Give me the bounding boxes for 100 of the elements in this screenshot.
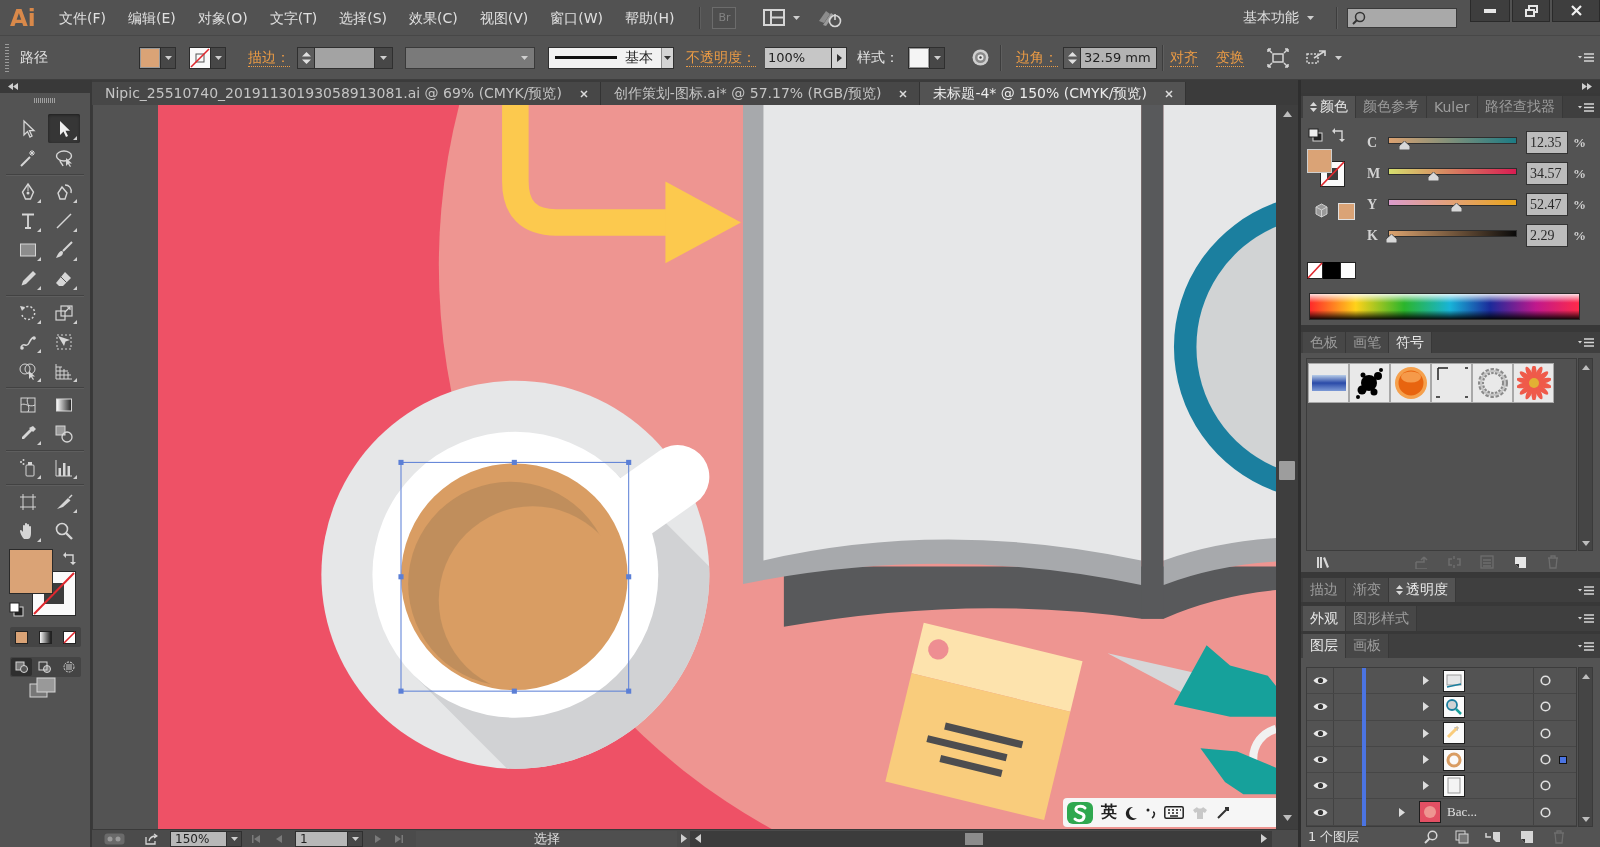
zoom-field[interactable]: 150%	[170, 830, 227, 847]
brush-dropdown[interactable]: 基本	[548, 46, 674, 69]
resize-handle[interactable]	[626, 459, 632, 465]
stroke-none-swatch[interactable]	[189, 46, 211, 69]
scroll-right-icon[interactable]	[1261, 834, 1267, 843]
layers-scrollbar[interactable]	[1578, 667, 1593, 827]
expand-triangle-icon[interactable]	[1399, 807, 1405, 817]
menu-item[interactable]: 帮助(H)	[614, 5, 686, 30]
graphic-style-swatch[interactable]	[908, 46, 930, 69]
layer-row[interactable]	[1307, 746, 1576, 774]
shape-options-button[interactable]	[1305, 48, 1342, 67]
menu-item[interactable]: 文字(T)	[258, 5, 329, 30]
channel-value-field[interactable]: 12.35	[1526, 131, 1568, 154]
panel-tab[interactable]: 颜色参考	[1356, 96, 1427, 118]
scrollbar-thumb[interactable]	[965, 832, 983, 845]
new-sublayer-icon[interactable]	[1485, 830, 1502, 844]
stroke-weight-stepper[interactable]	[297, 46, 315, 69]
eye-icon[interactable]	[1312, 807, 1328, 817]
slider-thumb[interactable]	[1398, 141, 1410, 150]
scroll-up-icon[interactable]	[1581, 365, 1590, 370]
expand-triangle-icon[interactable]	[1423, 781, 1429, 791]
symbol-swatch[interactable]	[1472, 363, 1513, 403]
corner-link[interactable]: 边角：	[1016, 48, 1058, 67]
panel-tab[interactable]: 外观	[1303, 606, 1346, 631]
panel-tab[interactable]: 颜色	[1303, 96, 1356, 118]
scroll-down-icon[interactable]	[1581, 817, 1590, 822]
fill-color-swatch[interactable]	[9, 549, 53, 594]
menu-item[interactable]: 视图(V)	[468, 5, 540, 30]
document-tab[interactable]: Nipic_25510740_20191130193058913081.ai @ 69% (CMYK/预览)	[92, 82, 601, 105]
in-gamut-color-swatch[interactable]	[1338, 203, 1355, 220]
target-circle-icon[interactable]	[1540, 754, 1551, 766]
scroll-up-icon[interactable]	[1581, 674, 1590, 679]
default-colors-icon[interactable]	[9, 602, 24, 617]
color-spectrum[interactable]	[1309, 293, 1580, 320]
grip-handle[interactable]	[5, 43, 9, 72]
panel-tab[interactable]: 路径查找器	[1477, 96, 1563, 118]
panel-menu-icon[interactable]	[1578, 585, 1594, 595]
eye-icon[interactable]	[1312, 781, 1328, 791]
eye-icon[interactable]	[1312, 728, 1328, 738]
menu-item[interactable]: 选择(S)	[328, 5, 398, 30]
panel-menu-icon[interactable]	[1578, 102, 1594, 112]
target-circle-icon[interactable]	[1540, 727, 1551, 739]
fill-dropdown-button[interactable]	[161, 46, 176, 69]
panel-menu-icon[interactable]	[1578, 641, 1594, 651]
layer-row[interactable]	[1307, 668, 1576, 695]
expand-triangle-icon[interactable]	[1423, 728, 1429, 738]
artboard-field[interactable]: 1	[295, 830, 348, 847]
opacity-field[interactable]: 100%	[765, 46, 832, 69]
close-icon[interactable]	[1164, 89, 1173, 98]
cube-icon[interactable]	[1315, 203, 1328, 218]
corner-radius-stepper[interactable]	[1063, 46, 1081, 69]
workspace-switcher[interactable]: 基本功能	[1243, 8, 1314, 27]
resize-handle[interactable]	[626, 688, 632, 694]
panel-menu-icon[interactable]	[1578, 614, 1594, 623]
grip-handle[interactable]	[34, 98, 56, 103]
channel-value-field[interactable]: 34.57	[1526, 162, 1568, 185]
channel-value-field[interactable]: 52.47	[1526, 193, 1568, 216]
expand-triangle-icon[interactable]	[1423, 702, 1429, 712]
artboard-dropdown-button[interactable]	[348, 830, 363, 847]
panel-menu-icon[interactable]	[1578, 338, 1594, 347]
channel-value-field[interactable]: 2.29	[1526, 224, 1568, 247]
document-tab[interactable]: 未标题-4* @ 150% (CMYK/预览)	[920, 82, 1186, 105]
target-circle-icon[interactable]	[1540, 701, 1551, 713]
moon-icon[interactable]	[1125, 805, 1138, 820]
panel-tab[interactable]: 画板	[1346, 634, 1389, 658]
slider-thumb[interactable]	[1450, 203, 1462, 212]
slider-thumb[interactable]	[1427, 172, 1439, 181]
opacity-slider-button[interactable]	[832, 46, 847, 69]
stroke-weight-field[interactable]	[315, 46, 375, 69]
eye-icon[interactable]	[1312, 702, 1328, 712]
expand-triangle-icon[interactable]	[1423, 755, 1429, 765]
input-language-text[interactable]: 英	[1101, 802, 1117, 823]
resize-handle[interactable]	[626, 574, 632, 580]
horizontal-scrollbar[interactable]	[690, 830, 1272, 847]
clipping-mask-icon[interactable]	[1455, 830, 1470, 844]
transform-link[interactable]: 变换	[1216, 48, 1244, 67]
panel-tab[interactable]: 画笔	[1346, 332, 1389, 353]
toggle-dots-icon[interactable]	[104, 832, 125, 845]
symbols-scrollbar[interactable]	[1578, 358, 1593, 551]
scroll-up-icon[interactable]	[1282, 111, 1292, 117]
color-swatch[interactable]	[1340, 262, 1356, 279]
slider-thumb[interactable]	[1385, 234, 1397, 243]
swap-arrows-icon[interactable]	[1332, 127, 1346, 142]
resize-handle[interactable]	[398, 574, 404, 580]
zoom-dropdown-button[interactable]	[227, 830, 242, 847]
menu-item[interactable]: 效果(C)	[398, 5, 469, 30]
magnifier-icon[interactable]	[1424, 830, 1439, 844]
minimize-button[interactable]	[1470, 0, 1510, 22]
fill-stroke-toggle-icon[interactable]	[1308, 128, 1323, 142]
panel-tab[interactable]: 图形样式	[1346, 606, 1417, 631]
restore-button[interactable]	[1512, 0, 1550, 22]
vertical-scrollbar[interactable]	[1276, 105, 1298, 829]
target-circle-icon[interactable]	[1540, 675, 1551, 687]
ime-logo-icon[interactable]	[1067, 801, 1093, 824]
stroke-link[interactable]: 描边：	[248, 48, 290, 67]
panel-tab[interactable]: 符号	[1389, 332, 1432, 353]
resize-handle[interactable]	[398, 459, 404, 465]
scrollbar-thumb[interactable]	[1279, 461, 1295, 480]
search-field[interactable]	[1347, 7, 1457, 28]
screen-mode-icon[interactable]	[29, 677, 56, 699]
